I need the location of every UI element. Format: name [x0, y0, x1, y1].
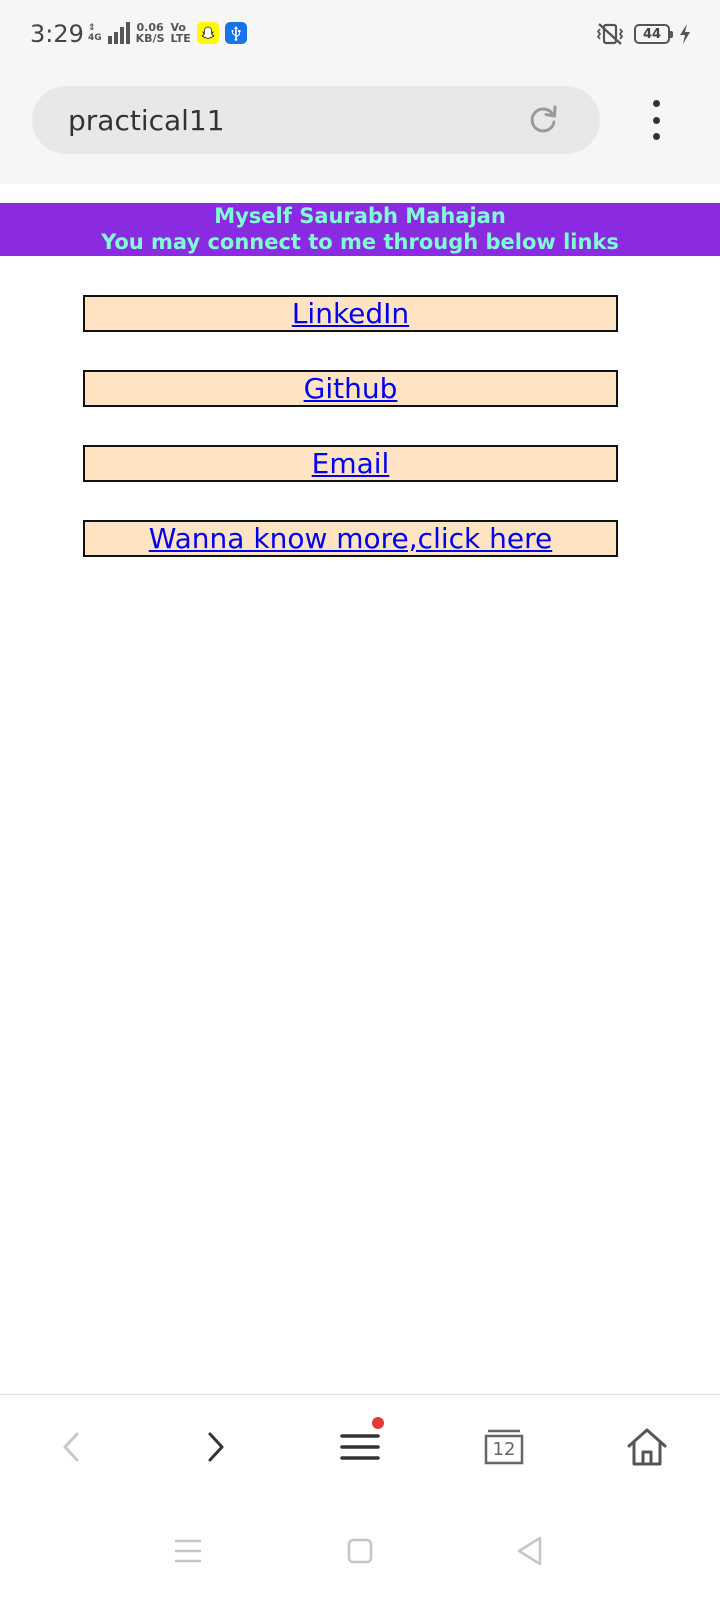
status-right-indicators: 44 [594, 22, 692, 46]
network-speed: 0.06 KB/S [135, 21, 165, 45]
recent-apps-icon[interactable] [170, 1533, 206, 1569]
home-button-icon[interactable] [342, 1533, 378, 1569]
reload-icon[interactable] [526, 103, 560, 137]
network-type: ⇕ 4G [88, 23, 102, 43]
battery-icon: 44 [634, 24, 673, 44]
battery-level: 44 [642, 26, 662, 42]
signal-icon [107, 22, 130, 44]
usb-icon [224, 22, 247, 44]
vibrate-icon [596, 23, 624, 45]
home-icon[interactable] [615, 1415, 679, 1479]
header-title: Myself Saurabh Mahajan [214, 204, 506, 228]
browser-bottom-nav: 12 [0, 1394, 720, 1499]
charging-icon [680, 24, 690, 44]
address-bar[interactable]: practical11 [32, 86, 600, 154]
url-text[interactable]: practical11 [68, 104, 225, 137]
notification-dot [372, 1417, 384, 1429]
system-nav-bar [0, 1498, 720, 1600]
more-info-link-box: Wanna know more,click here [83, 520, 618, 557]
network-indicators: ⇕ 4G 0.06 KB/S Vo LTE [88, 22, 247, 44]
email-link[interactable]: Email [312, 447, 390, 480]
back-icon[interactable] [40, 1415, 104, 1479]
status-time: 3:29 [30, 20, 84, 48]
github-link[interactable]: Github [304, 372, 398, 405]
email-link-box: Email [83, 445, 618, 482]
linkedin-link-box: LinkedIn [83, 295, 618, 332]
menu-icon[interactable] [328, 1415, 392, 1479]
tabs-icon[interactable]: 12 [472, 1415, 536, 1479]
linkedin-link[interactable]: LinkedIn [292, 297, 409, 330]
more-menu-icon[interactable] [640, 100, 672, 140]
header-subtitle: You may connect to me through below link… [101, 230, 619, 254]
page-header-banner: Myself Saurabh Mahajan You may connect t… [0, 203, 720, 256]
browser-toolbar: practical11 [0, 72, 720, 184]
volte-indicator: Vo LTE [170, 21, 191, 45]
tabs-count: 12 [492, 1438, 516, 1460]
snapchat-icon [196, 22, 219, 44]
forward-icon[interactable] [183, 1415, 247, 1479]
status-bar: 3:29 ⇕ 4G 0.06 KB/S Vo LTE 44 [0, 0, 720, 72]
github-link-box: Github [83, 370, 618, 407]
more-info-link[interactable]: Wanna know more,click here [149, 522, 552, 555]
back-button-icon[interactable] [512, 1533, 548, 1569]
